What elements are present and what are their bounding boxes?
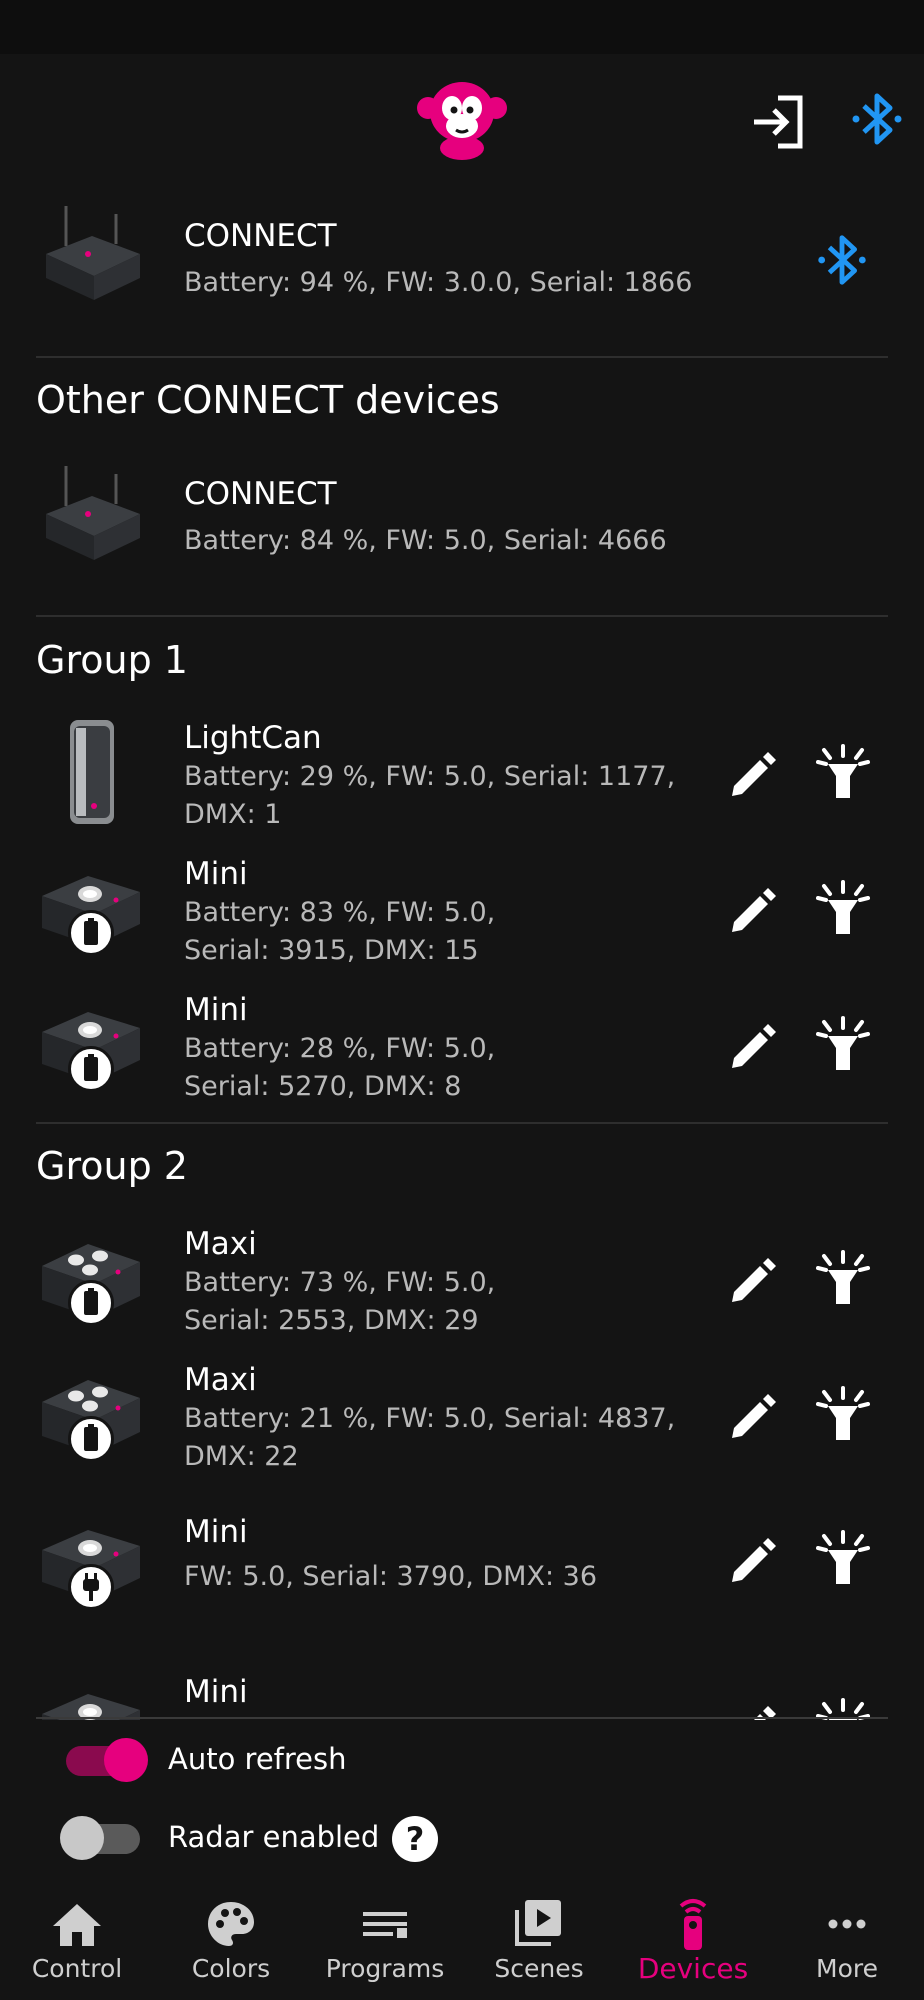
help-icon[interactable]: ? [392,1816,438,1862]
nav-control[interactable]: Control [0,1880,154,2000]
device-info: FW: 5.0, Serial: 3790, DMX: 36 [184,1561,598,1592]
nav-more[interactable]: More [770,1880,924,2000]
bluetooth-icon[interactable] [812,230,872,290]
connected-device-row[interactable]: CONNECT Battery: 94 %, FW: 3.0.0, Serial… [0,184,924,354]
identify-light-icon[interactable] [810,1246,876,1312]
section-title: Other CONNECT devices [36,378,500,422]
bottom-navigation: Control Colors Programs Scenes Devices M… [0,1880,924,2000]
device-name: Mini [184,1514,248,1550]
battery-icon [68,910,114,956]
more-dots-icon [828,1919,866,1929]
nav-label: More [816,1954,878,1983]
battery-icon [68,1046,114,1092]
device-name: CONNECT [184,476,337,512]
device-info: Battery: 29 %, FW: 5.0, Serial: 1177, DM… [184,761,676,830]
connect-device-thumbnail [46,466,140,560]
device-list[interactable]: CONNECT Battery: 94 %, FW: 3.0.0, Serial… [0,184,924,1720]
edit-icon[interactable] [724,1016,784,1076]
other-device-row[interactable]: CONNECT Battery: 84 %, FW: 5.0, Serial: … [0,450,924,610]
auto-refresh-row: Auto refresh [0,1726,924,1796]
device-row[interactable]: Mini FW: 5.0, Serial: 3790, DMX: 36 [0,1500,924,1636]
nav-label: Colors [191,1954,271,1983]
identify-light-icon[interactable] [810,1012,876,1078]
device-info: Battery: 73 %, FW: 5.0, Serial: 2553, DM… [184,1267,496,1336]
nav-label: Scenes [494,1954,584,1983]
device-info: Battery: 83 %, FW: 5.0, Serial: 3915, DM… [184,897,496,966]
nav-programs[interactable]: Programs [308,1880,462,2000]
device-name: LightCan [184,720,322,756]
edit-icon[interactable] [724,1530,784,1590]
group-title: Group 2 [36,1144,188,1188]
device-row[interactable]: Maxi Battery: 73 %, FW: 5.0, Serial: 255… [0,1212,924,1348]
auto-refresh-label: Auto refresh [168,1742,347,1776]
app-bar [0,54,924,184]
login-icon[interactable] [748,92,808,152]
device-name: Maxi [184,1226,257,1262]
status-bar [0,0,924,54]
nav-label: Devices [637,1952,749,1985]
device-info: Battery: 28 %, FW: 5.0, Serial: 5270, DM… [184,1033,496,1102]
remote-icon [679,1899,707,1950]
radar-row: Radar enabled ? [0,1804,924,1874]
palette-icon [208,1902,254,1946]
divider [36,1717,888,1719]
edit-icon[interactable] [724,1386,784,1446]
connect-device-thumbnail [46,206,140,300]
nav-label: Control [31,1954,123,1983]
home-icon [53,1904,101,1946]
edit-icon[interactable] [724,1250,784,1310]
play-library-icon [515,1900,561,1946]
nav-scenes[interactable]: Scenes [462,1880,616,2000]
lightcan-thumbnail [70,720,114,824]
mini-thumbnail [42,1694,140,1720]
battery-icon [68,1280,114,1326]
nav-colors[interactable]: Colors [154,1880,308,2000]
radar-switch[interactable] [60,1816,148,1860]
divider [36,615,888,617]
edit-icon[interactable] [724,744,784,804]
nav-devices[interactable]: Devices [616,1880,770,2000]
device-row[interactable]: LightCan Battery: 29 %, FW: 5.0, Serial:… [0,706,924,842]
device-row[interactable]: Mini [0,1660,924,1720]
device-name: Mini [184,856,248,892]
device-row[interactable]: Maxi Battery: 21 %, FW: 5.0, Serial: 483… [0,1348,924,1484]
auto-refresh-switch[interactable] [60,1738,148,1782]
edit-icon[interactable] [724,880,784,940]
device-name: Maxi [184,1362,257,1398]
group-title: Group 1 [36,638,188,682]
identify-light-icon[interactable] [810,740,876,806]
device-info: Battery: 21 %, FW: 5.0, Serial: 4837, DM… [184,1403,676,1472]
battery-icon [68,1416,114,1462]
device-info: Battery: 84 %, FW: 5.0, Serial: 4666 [184,525,667,556]
device-row[interactable]: Mini Battery: 28 %, FW: 5.0, Serial: 527… [0,978,924,1114]
plug-icon [68,1564,114,1610]
identify-light-icon[interactable] [810,876,876,942]
bluetooth-icon[interactable] [848,88,906,150]
device-name: CONNECT [184,218,337,254]
device-row[interactable]: Mini Battery: 83 %, FW: 5.0, Serial: 391… [0,842,924,978]
device-name: Mini [184,992,248,1028]
identify-light-icon[interactable] [810,1526,876,1592]
device-info: Battery: 94 %, FW: 3.0.0, Serial: 1866 [184,267,693,298]
divider [36,356,888,358]
device-name: Mini [184,1674,248,1710]
list-icon [363,1912,407,1938]
monkey-logo-icon [417,82,507,160]
radar-label: Radar enabled [168,1820,380,1854]
identify-light-icon[interactable] [810,1382,876,1448]
divider [36,1122,888,1124]
nav-label: Programs [325,1954,445,1983]
